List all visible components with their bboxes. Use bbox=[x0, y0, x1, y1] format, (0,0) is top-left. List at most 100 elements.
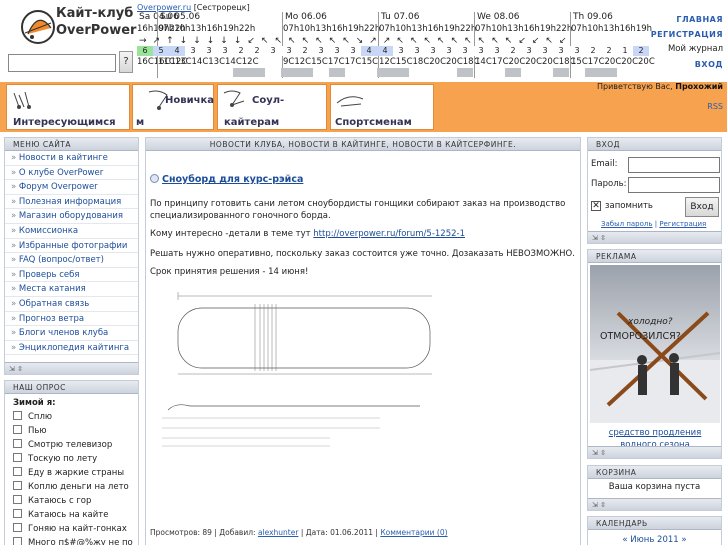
wind-speed-cell: 6 bbox=[137, 46, 153, 56]
tab-beginners[interactable]: Новичка м bbox=[132, 84, 214, 130]
poll-option-label: Тоскую по лету bbox=[28, 454, 98, 464]
menu-item[interactable]: Магазин оборудования bbox=[5, 209, 138, 224]
poll-radio[interactable] bbox=[13, 537, 22, 545]
article-bullet-icon bbox=[150, 174, 159, 183]
article-added-label: Добавил: bbox=[219, 528, 256, 537]
article-paragraph-4: Срок принятия решения - 14 июня! bbox=[150, 267, 309, 277]
search-button[interactable]: ? bbox=[119, 51, 133, 73]
poll-radio[interactable] bbox=[13, 411, 22, 420]
wind-arrow-icon: ↖ bbox=[315, 36, 329, 46]
poll-option[interactable]: Много п$#@%жу не по bbox=[5, 536, 138, 545]
wind-speed-cell: 3 bbox=[569, 46, 585, 56]
menu-item[interactable]: О клубе OverPower bbox=[5, 166, 138, 181]
menu-item[interactable]: FAQ (вопрос/ответ) bbox=[5, 253, 138, 268]
article-comments-link[interactable]: Комментарии (0) bbox=[380, 528, 447, 537]
wind-direction-row: →↗↑↓↓↓↓↓↙↖↖↖↖↖↖↖↘↗↗↖↖↖↖↖↖↖↖↖↙↙↖↙ bbox=[139, 36, 573, 46]
nav-register-link[interactable]: Регистрация bbox=[651, 27, 723, 42]
email-field[interactable] bbox=[628, 157, 720, 173]
cloud-cell bbox=[537, 68, 553, 77]
poll-option[interactable]: Катаюсь с гор bbox=[5, 494, 138, 508]
menu-item[interactable]: Новости в кайтинге bbox=[5, 151, 138, 166]
search-input[interactable] bbox=[8, 54, 116, 72]
wind-arrow-icon: ↖ bbox=[423, 36, 438, 46]
wind-speed-cell: 3 bbox=[457, 46, 473, 56]
wind-arrow-icon: ↓ bbox=[206, 36, 221, 46]
forecast-source-link[interactable]: Overpower.ru bbox=[137, 3, 191, 12]
wind-arrow-icon: ↖ bbox=[288, 36, 302, 46]
site-title[interactable]: Кайт-клуб bbox=[56, 6, 133, 22]
nav-login-link[interactable]: Вход bbox=[651, 57, 723, 72]
rss-link[interactable]: RSS bbox=[707, 102, 723, 111]
menu-item[interactable]: Обратная связь bbox=[5, 297, 138, 312]
login-button[interactable]: Вход bbox=[685, 197, 719, 217]
poll-radio[interactable] bbox=[13, 481, 22, 490]
menu-item[interactable]: Блоги членов клуба bbox=[5, 326, 138, 341]
wind-speed-cell: 3 bbox=[473, 46, 489, 56]
ad-banner-image[interactable]: холодно? ОТМОРОЗИЛСЯ? bbox=[590, 265, 720, 423]
article-paragraph-1: По принципу готовить сани летом сноуборд… bbox=[150, 199, 566, 221]
menu-item[interactable]: Прогноз ветра bbox=[5, 312, 138, 327]
article-title[interactable]: Сноуборд для курс-рэйса bbox=[150, 174, 303, 185]
tab-beginners-label-2: м bbox=[136, 117, 145, 128]
poll-option[interactable]: Коплю деньги на лето bbox=[5, 480, 138, 494]
wind-arrow-icon: ↙ bbox=[531, 36, 546, 46]
forecast-day-label: Mo 06.06 bbox=[285, 12, 327, 22]
menu-item[interactable]: Полезная информация bbox=[5, 195, 138, 210]
site-subtitle[interactable]: OverPower bbox=[56, 23, 136, 39]
poll-radio[interactable] bbox=[13, 523, 22, 532]
wind-speed-cell: 3 bbox=[441, 46, 457, 56]
register-link[interactable]: Регистрация bbox=[659, 220, 706, 228]
poll-radio[interactable] bbox=[13, 495, 22, 504]
tab-soul[interactable]: Соул- кайтерам bbox=[217, 84, 327, 130]
poll-block: Наш опрос Зимой я: Сплю Пью Смотрю телевиз… bbox=[4, 380, 139, 545]
wind-forecast-widget: Overpower.ru [Сестрорецк] Sa 04.06 16h19h… bbox=[137, 0, 655, 80]
poll-option[interactable]: Сплю bbox=[5, 410, 138, 424]
poll-radio[interactable] bbox=[13, 453, 22, 462]
calendar-month-nav[interactable]: « Июнь 2011 » bbox=[588, 535, 721, 545]
forgot-password-link[interactable]: Забыл пароль bbox=[601, 220, 653, 228]
article-author-link[interactable]: alexhunter bbox=[258, 528, 299, 537]
site-menu-footer: ⇲ ⇳ bbox=[5, 362, 138, 374]
poll-radio[interactable] bbox=[13, 467, 22, 476]
wind-speed-cell: 2 bbox=[505, 46, 521, 56]
poll-radio[interactable] bbox=[13, 509, 22, 518]
password-field[interactable] bbox=[628, 177, 720, 193]
remember-checkbox[interactable]: ✕ bbox=[591, 201, 601, 211]
poll-option-label: Катаюсь на кайте bbox=[28, 510, 109, 520]
poll-options: Сплю Пью Смотрю телевизор Тоскую по лету Еду… bbox=[5, 410, 138, 545]
menu-item[interactable]: Форум Overpower bbox=[5, 180, 138, 195]
nav-home-link[interactable]: Главная bbox=[651, 12, 723, 27]
poll-radio[interactable] bbox=[13, 425, 22, 434]
greeting-user: Прохожий bbox=[675, 82, 723, 91]
ad-line-1: холодно? bbox=[628, 317, 673, 327]
menu-item[interactable]: Избранные фотографии bbox=[5, 239, 138, 254]
forum-topic-link[interactable]: http://overpower.ru/forum/5-1252-1 bbox=[313, 229, 465, 239]
menu-item[interactable]: Проверь себя bbox=[5, 268, 138, 283]
poll-option[interactable]: Гоняю на кайт-гонках bbox=[5, 522, 138, 536]
menu-item[interactable]: Энциклопедия кайтинга bbox=[5, 341, 138, 356]
cloud-cell bbox=[601, 68, 617, 77]
forecast-day-label: Tu 07.06 bbox=[381, 12, 420, 22]
nav-journal-link[interactable]: Мой журнал bbox=[651, 42, 723, 57]
wind-speed-cell: 3 bbox=[409, 46, 425, 56]
poll-option[interactable]: Смотрю телевизор bbox=[5, 438, 138, 452]
poll-option[interactable]: Катаюсь на кайте bbox=[5, 508, 138, 522]
menu-item[interactable]: Комиссионка bbox=[5, 224, 138, 239]
wind-arrow-icon: ↖ bbox=[450, 36, 465, 46]
tab-athletes[interactable]: Спортсменам bbox=[330, 84, 434, 130]
poll-option[interactable]: Еду в жаркие страны bbox=[5, 466, 138, 480]
tab-interesting[interactable]: Интересующимся bbox=[6, 84, 130, 130]
poll-option[interactable]: Пью bbox=[5, 424, 138, 438]
article-title-text[interactable]: Сноуборд для курс-рэйса bbox=[162, 174, 303, 185]
ads-title: Реклама bbox=[588, 250, 721, 263]
poll-option[interactable]: Тоскую по лету bbox=[5, 452, 138, 466]
wind-arrow-icon: ↗ bbox=[369, 36, 383, 46]
wind-arrow-icon: ↘ bbox=[355, 36, 370, 46]
kite-jump-icon bbox=[223, 90, 245, 107]
cloud-cell bbox=[585, 68, 601, 77]
wind-arrow-icon: ↖ bbox=[477, 36, 492, 46]
cloud-cell bbox=[281, 68, 297, 77]
poll-radio[interactable] bbox=[13, 439, 22, 448]
menu-item[interactable]: Места катания bbox=[5, 282, 138, 297]
wind-arrow-icon: → bbox=[139, 36, 153, 46]
